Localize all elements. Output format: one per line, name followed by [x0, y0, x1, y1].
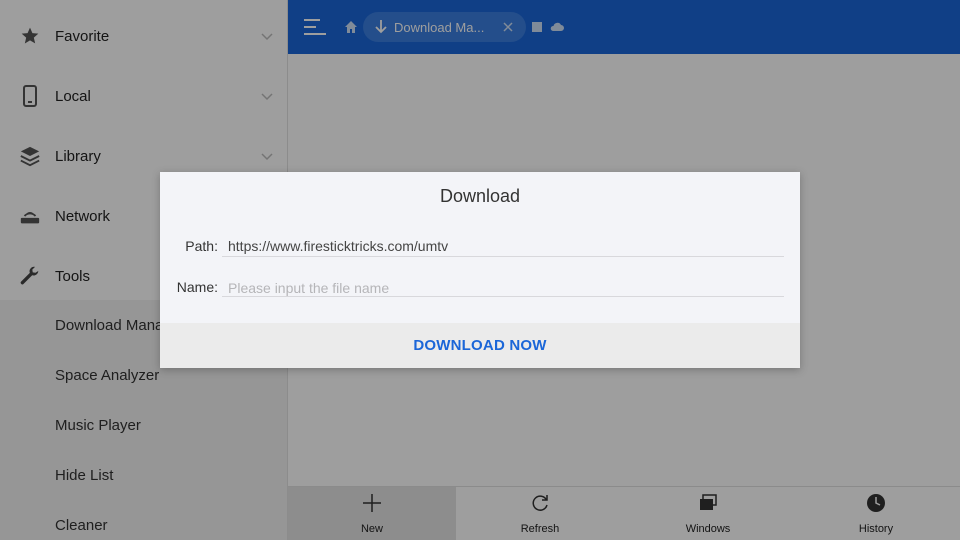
name-label: Name:	[176, 279, 218, 295]
name-field[interactable]	[228, 278, 784, 298]
dialog-title: Download	[439, 186, 521, 206]
download-dialog: Download Path: https://www.firesticktric…	[160, 172, 800, 368]
path-underline	[222, 256, 784, 257]
download-now-button[interactable]: DOWNLOAD NOW	[160, 323, 800, 368]
name-underline	[222, 296, 784, 297]
download-now-label: DOWNLOAD NOW	[413, 337, 547, 354]
path-field[interactable]: https://www.firesticktricks.com/umtv	[228, 238, 784, 254]
path-label: Path:	[185, 238, 218, 254]
